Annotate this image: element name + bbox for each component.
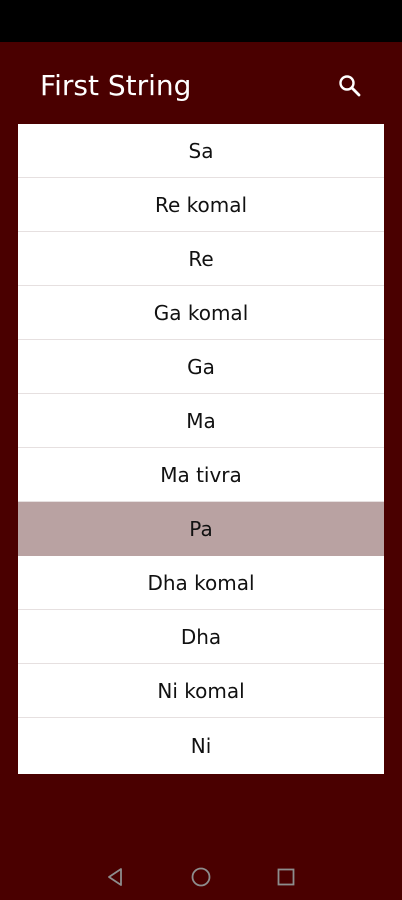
list-item-pa-selected[interactable]: Pa [18, 502, 384, 556]
list-item-label: Re [188, 246, 214, 271]
back-button[interactable] [104, 866, 126, 888]
list-item-label: Dha [180, 624, 222, 649]
search-icon [339, 75, 361, 97]
app-bar: First String [0, 42, 402, 124]
list-item-re[interactable]: Re [18, 232, 384, 286]
back-triangle-icon [108, 868, 122, 886]
list-item-ga[interactable]: Ga [18, 340, 384, 394]
list-item-re-komal[interactable]: Re komal [18, 178, 384, 232]
list-item-dha[interactable]: Dha [18, 610, 384, 664]
list-item-label: Ma tivra [160, 462, 242, 487]
list-item-ma-tivra[interactable]: Ma tivra [18, 448, 384, 502]
list-item-label: Dha komal [147, 570, 255, 595]
status-bar [0, 0, 402, 42]
list-item-label: Ma [186, 408, 216, 433]
list-item-label: Ni komal [157, 678, 245, 703]
search-button[interactable] [334, 70, 366, 102]
list-item-sa[interactable]: Sa [18, 124, 384, 178]
list-item-ga-komal[interactable]: Ga komal [18, 286, 384, 340]
list-item-ma[interactable]: Ma [18, 394, 384, 448]
recents-square-icon [277, 868, 295, 886]
list-item-label: Sa [188, 138, 214, 163]
note-list: Sa Re komal Re Ga komal Ga Ma Ma tivra P… [18, 124, 384, 774]
recents-button[interactable] [275, 866, 297, 888]
list-item-label: Ga komal [153, 300, 249, 325]
list-item-label: Re komal [154, 192, 248, 217]
system-navigation-bar [0, 852, 402, 900]
home-button[interactable] [190, 866, 212, 888]
list-item-label: Pa [189, 516, 213, 541]
list-item-dha-komal[interactable]: Dha komal [18, 556, 384, 610]
list-item-ni[interactable]: Ni [18, 718, 384, 774]
list-item-ni-komal[interactable]: Ni komal [18, 664, 384, 718]
home-circle-icon [191, 867, 211, 887]
list-item-label: Ga [187, 354, 215, 379]
list-item-label: Ni [190, 734, 212, 758]
page-title: First String [40, 69, 192, 102]
